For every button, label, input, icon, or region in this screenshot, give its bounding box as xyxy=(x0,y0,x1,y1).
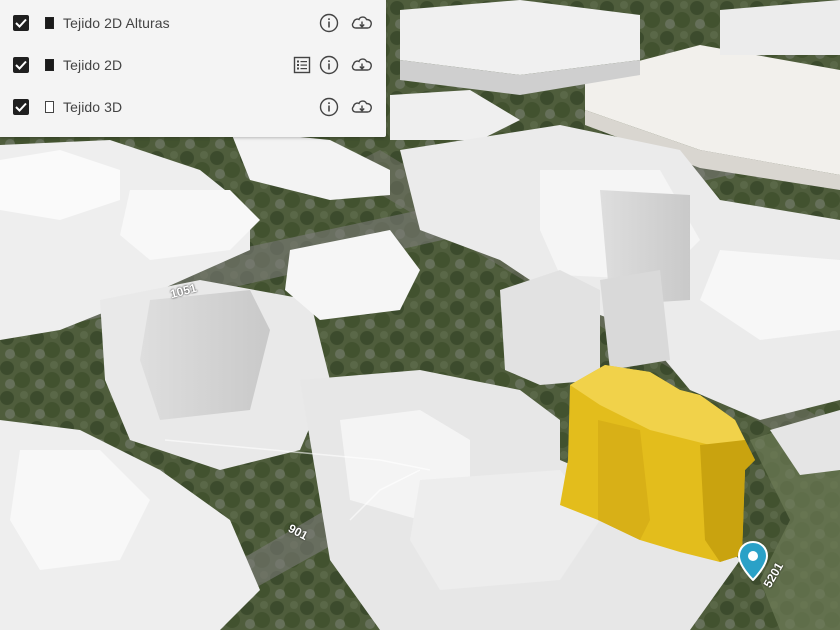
info-icon[interactable] xyxy=(319,55,339,75)
layer-visibility-checkbox[interactable] xyxy=(13,15,29,31)
layer-row-tejido-2d: Tejido 2D xyxy=(0,44,386,86)
layer-color-swatch xyxy=(45,59,54,71)
layer-color-swatch xyxy=(45,17,54,29)
layers-panel: Tejido 2D Alturas Tejido 2D Tejido 3D xyxy=(0,0,386,137)
layer-row-tejido-2d-alturas: Tejido 2D Alturas xyxy=(0,2,386,44)
layer-row-tejido-3d: Tejido 3D xyxy=(0,86,386,128)
layer-label: Tejido 2D Alturas xyxy=(63,15,170,31)
download-cloud-icon[interactable] xyxy=(350,55,374,75)
layer-visibility-checkbox[interactable] xyxy=(13,57,29,73)
layer-color-swatch xyxy=(45,101,54,113)
download-cloud-icon[interactable] xyxy=(350,13,374,33)
info-icon[interactable] xyxy=(319,13,339,33)
layer-label: Tejido 3D xyxy=(63,99,123,115)
download-cloud-icon[interactable] xyxy=(350,97,374,117)
info-icon[interactable] xyxy=(319,97,339,117)
legend-list-icon[interactable] xyxy=(292,55,312,75)
layer-label: Tejido 2D xyxy=(63,57,123,73)
map-marker-icon[interactable] xyxy=(738,541,768,581)
layer-visibility-checkbox[interactable] xyxy=(13,99,29,115)
